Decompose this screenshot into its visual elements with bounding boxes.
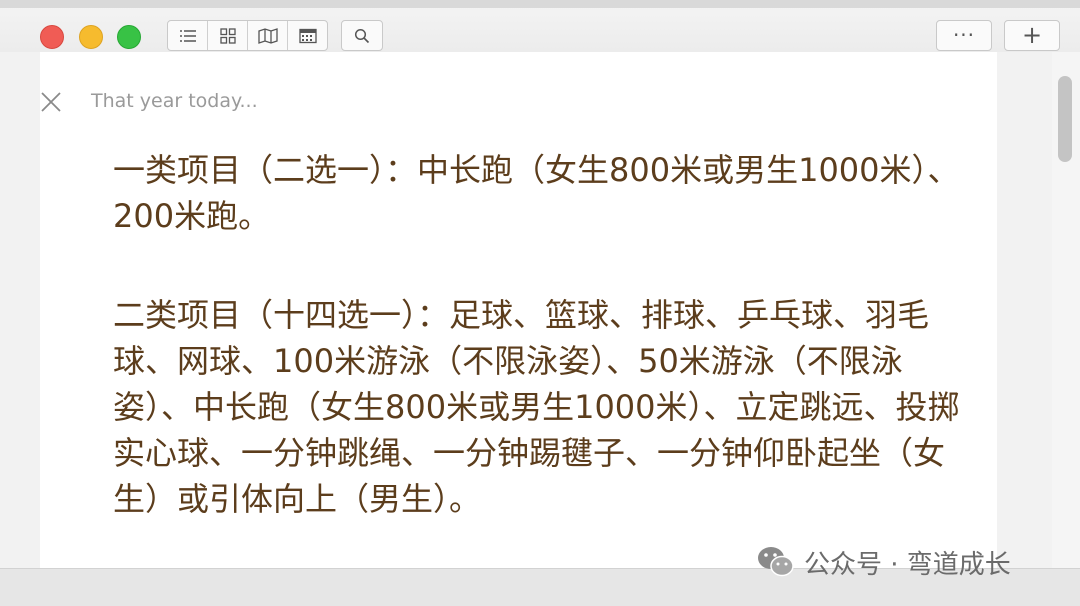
- zoom-window-button[interactable]: [117, 25, 141, 49]
- wechat-icon: [758, 547, 794, 577]
- calendar-icon: [298, 28, 317, 43]
- entry-paragraph-1[interactable]: 一类项目（二选一）：中长跑（女生800米或男生1000米）、200米跑。: [113, 147, 973, 239]
- more-options-button[interactable]: ···: [936, 20, 992, 51]
- window-top-edge: [0, 0, 1080, 8]
- list-icon: [179, 29, 196, 42]
- close-icon[interactable]: [40, 91, 62, 113]
- map-view-button[interactable]: [248, 21, 288, 50]
- calendar-view-button[interactable]: [288, 21, 327, 50]
- watermark-text: 公众号 · 弯道成长: [804, 549, 1011, 580]
- minimize-window-button[interactable]: [79, 25, 103, 49]
- scrollbar-thumb[interactable]: [1058, 76, 1072, 162]
- add-entry-button[interactable]: +: [1004, 20, 1060, 51]
- close-window-button[interactable]: [40, 25, 64, 49]
- list-view-button[interactable]: [168, 21, 208, 50]
- grid-view-button[interactable]: [208, 21, 248, 50]
- title-bar: ··· +: [0, 0, 1080, 52]
- search-button[interactable]: [341, 20, 383, 51]
- view-switcher: [167, 20, 328, 51]
- entry-paragraph-2[interactable]: 二类项目（十四选一）：足球、篮球、排球、乒乓球、羽毛球、网球、100米游泳（不限…: [113, 292, 973, 522]
- watermark: 公众号 · 弯道成长: [756, 542, 1011, 582]
- search-icon: [354, 28, 370, 43]
- title-input-placeholder[interactable]: That year today...: [91, 90, 258, 112]
- entry-editor: That year today... 一类项目（二选一）：中长跑（女生800米或…: [40, 52, 997, 568]
- map-icon: [257, 27, 278, 44]
- grid-icon: [219, 27, 236, 44]
